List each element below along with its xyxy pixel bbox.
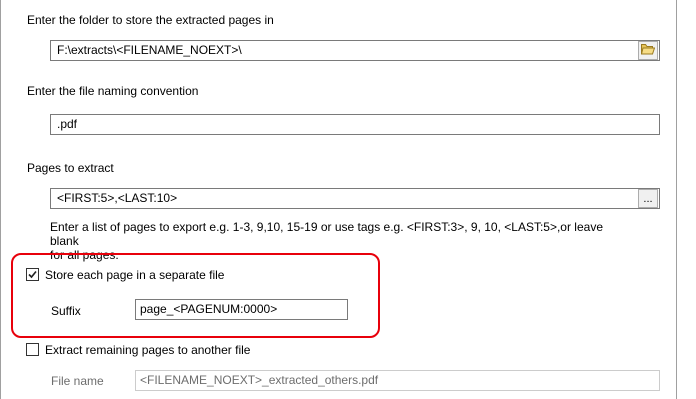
checkmark-icon [28,270,37,279]
extract-options-panel: Enter the folder to store the extracted … [0,0,677,399]
separate-file-label: Store each page in a separate file [45,268,225,282]
naming-label: Enter the file naming convention [27,84,199,98]
highlight-annotation [11,253,380,338]
naming-input[interactable]: .pdf [50,114,660,135]
browse-folder-button[interactable] [638,41,658,60]
pages-help-line-1: Enter a list of pages to export e.g. 1-3… [50,220,603,248]
pages-picker-button[interactable]: ... [638,189,658,208]
remaining-filename-input[interactable]: <FILENAME_NOEXT>_extracted_others.pdf [135,370,660,391]
pages-input[interactable]: <FIRST:5>,<LAST:10> [50,188,660,209]
folder-input-value: F:\extracts\<FILENAME_NOEXT>\ [57,43,242,57]
naming-input-value: .pdf [57,117,78,131]
remaining-pages-label: Extract remaining pages to another file [45,343,251,357]
suffix-input-value: page_<PAGENUM:0000> [140,302,278,316]
separate-file-checkbox[interactable] [26,268,39,281]
ellipsis-icon: ... [643,192,653,205]
remaining-filename-label: File name [51,374,104,388]
folder-input[interactable]: F:\extracts\<FILENAME_NOEXT>\ [50,40,660,61]
folder-label: Enter the folder to store the extracted … [27,13,274,27]
remaining-pages-checkbox[interactable] [26,343,39,356]
suffix-input[interactable]: page_<PAGENUM:0000> [135,299,348,320]
suffix-label: Suffix [51,304,81,318]
folder-open-icon [640,43,656,58]
pages-label: Pages to extract [27,161,114,175]
remaining-filename-value: <FILENAME_NOEXT>_extracted_others.pdf [140,373,379,387]
pages-input-value: <FIRST:5>,<LAST:10> [57,191,178,205]
